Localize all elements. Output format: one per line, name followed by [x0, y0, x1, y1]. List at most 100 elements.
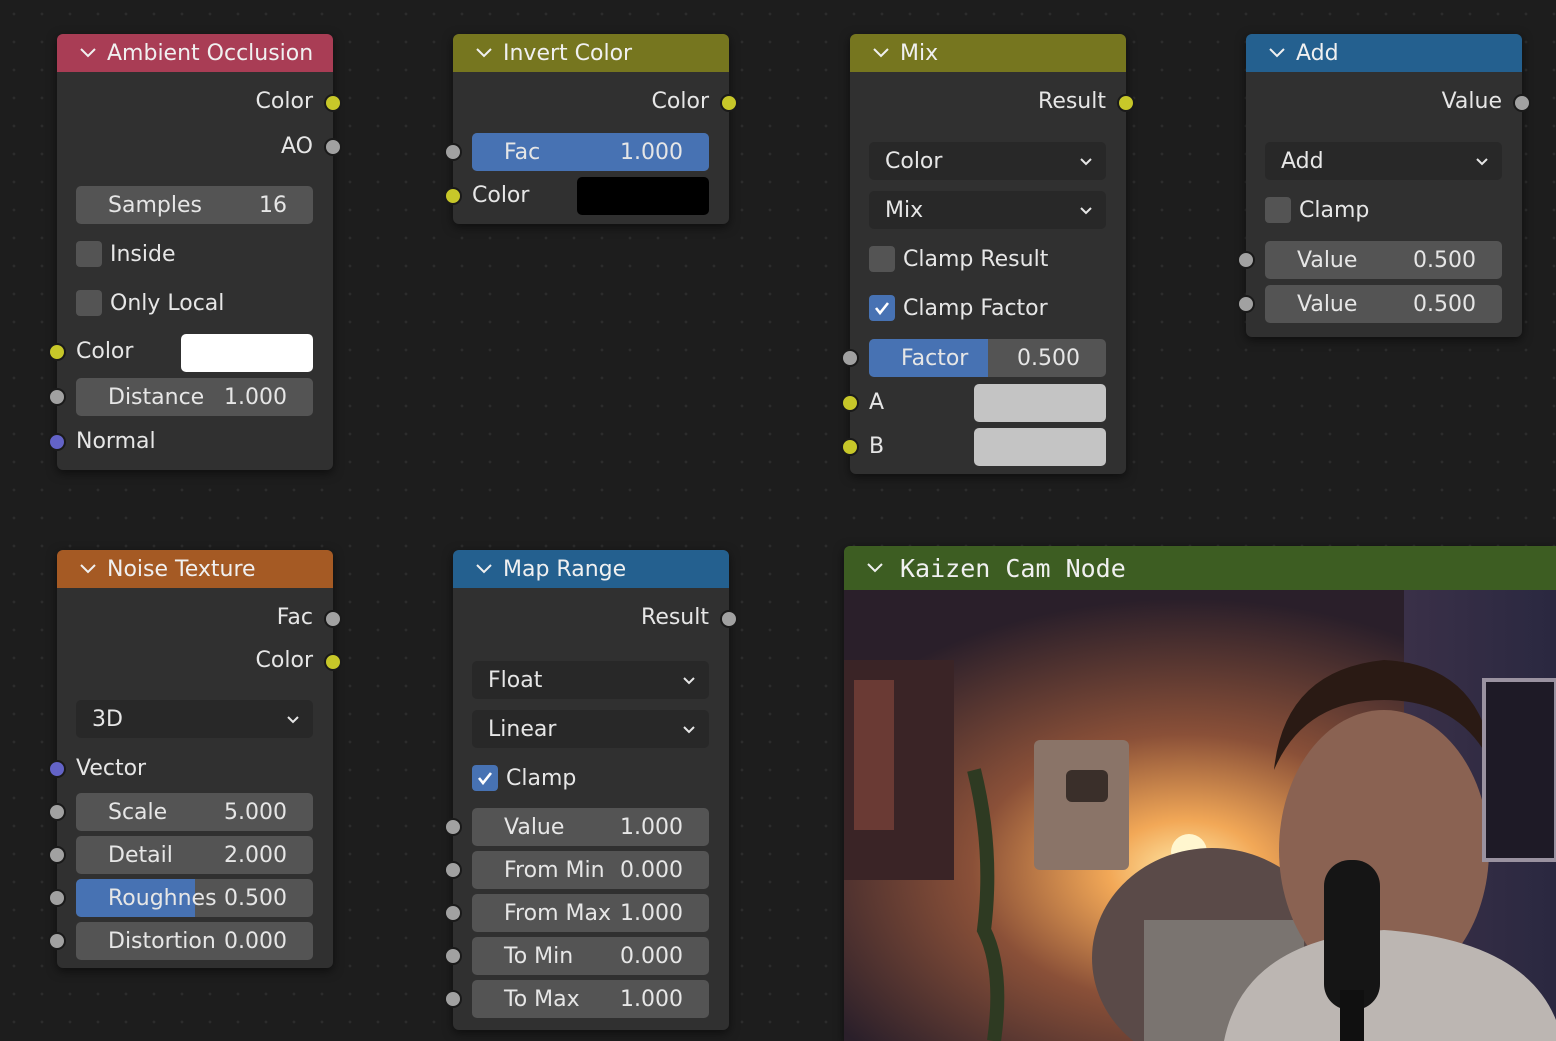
input-socket-to-min[interactable] [444, 947, 462, 965]
chevron-down-icon[interactable] [473, 42, 495, 64]
checkbox-label: Only Local [110, 290, 225, 316]
output-socket-ao[interactable] [324, 138, 342, 156]
input-socket-value[interactable] [444, 818, 462, 836]
data-type-dropdown[interactable]: Color [869, 142, 1106, 180]
node-header[interactable]: Noise Texture [57, 550, 333, 588]
node-header[interactable]: Kaizen Cam Node [844, 546, 1556, 590]
node-mix[interactable]: Mix Result Color Mix Clamp Result Clamp … [841, 34, 1135, 474]
node-header[interactable]: Invert Color [453, 34, 729, 72]
operation-dropdown[interactable]: Add [1265, 142, 1502, 180]
node-kaizen-cam[interactable]: Kaizen Cam Node [844, 546, 1556, 1041]
interpolation-dropdown[interactable]: Linear [472, 710, 709, 748]
blend-mode-dropdown[interactable]: Mix [869, 191, 1106, 229]
dropdown-value: Float [488, 667, 543, 693]
output-socket-color[interactable] [324, 94, 342, 112]
node-header[interactable]: Ambient Occlusion [57, 34, 333, 72]
node-add[interactable]: Add Value Add Clamp Value 0.500 Value 0.… [1237, 34, 1531, 337]
dimensions-dropdown[interactable]: 3D [76, 700, 313, 738]
clamp-factor-checkbox-row[interactable]: Clamp Factor [869, 295, 1048, 321]
inside-checkbox-row[interactable]: Inside [76, 241, 176, 267]
input-socket-detail[interactable] [48, 846, 66, 864]
color-swatch-white[interactable] [181, 334, 313, 372]
output-socket-result[interactable] [720, 610, 738, 628]
output-socket-value[interactable] [1513, 94, 1531, 112]
fac-field[interactable]: Fac 1.000 [472, 133, 709, 171]
input-socket-to-max[interactable] [444, 990, 462, 1008]
inside-checkbox[interactable] [76, 241, 102, 267]
field-value: 0.000 [224, 928, 287, 954]
node-title: Mix [900, 40, 939, 66]
color-swatch-black[interactable] [577, 177, 709, 215]
output-color-label: Color [255, 89, 313, 114]
input-socket-fac[interactable] [444, 143, 462, 161]
output-socket-result[interactable] [1117, 94, 1135, 112]
chevron-down-icon[interactable] [77, 42, 99, 64]
node-header[interactable]: Mix [850, 34, 1126, 72]
output-socket-fac[interactable] [324, 610, 342, 628]
value-2-field[interactable]: Value 0.500 [1265, 285, 1502, 323]
output-socket-color[interactable] [720, 94, 738, 112]
field-label: To Min [504, 943, 574, 969]
chevron-down-icon[interactable] [870, 42, 892, 64]
to-min-field[interactable]: To Min 0.000 [472, 937, 709, 975]
node-header[interactable]: Map Range [453, 550, 729, 588]
field-label: Distance [108, 384, 205, 410]
color-swatch-a[interactable] [974, 384, 1106, 422]
detail-field[interactable]: Detail 2.000 [76, 836, 313, 874]
input-socket-b[interactable] [841, 438, 859, 456]
chevron-down-icon [1474, 153, 1490, 169]
input-socket-roughness[interactable] [48, 889, 66, 907]
distortion-field[interactable]: Distortion 0.000 [76, 922, 313, 960]
field-value: 5.000 [224, 799, 287, 825]
only-local-checkbox-row[interactable]: Only Local [76, 290, 224, 316]
clamp-result-checkbox[interactable] [869, 246, 895, 272]
samples-field[interactable]: Samples 16 [76, 186, 313, 224]
node-header[interactable]: Add [1246, 34, 1522, 72]
color-swatch-b[interactable] [974, 428, 1106, 466]
input-socket-factor[interactable] [841, 349, 859, 367]
input-socket-a[interactable] [841, 394, 859, 412]
input-socket-distance[interactable] [48, 388, 66, 406]
node-map-range[interactable]: Map Range Result Float Linear Clamp Valu… [444, 550, 738, 1030]
clamp-factor-checkbox[interactable] [869, 295, 895, 321]
output-value-label: Value [1441, 89, 1502, 114]
input-color-label: Color [76, 339, 134, 364]
roughness-field[interactable]: Roughnes 0.500 [76, 879, 313, 917]
input-socket-scale[interactable] [48, 803, 66, 821]
input-socket-color[interactable] [48, 343, 66, 361]
to-max-field[interactable]: To Max 1.000 [472, 980, 709, 1018]
distance-field[interactable]: Distance 1.000 [76, 378, 313, 416]
input-socket-vector[interactable] [48, 760, 66, 778]
clamp-checkbox-row[interactable]: Clamp [472, 765, 576, 791]
from-max-field[interactable]: From Max 1.000 [472, 894, 709, 932]
checkbox-label: Clamp Result [903, 246, 1049, 272]
input-socket-normal[interactable] [48, 433, 66, 451]
chevron-down-icon[interactable] [864, 557, 886, 579]
input-socket-value-1[interactable] [1237, 251, 1255, 269]
input-socket-value-2[interactable] [1237, 295, 1255, 313]
clamp-result-checkbox-row[interactable]: Clamp Result [869, 246, 1048, 272]
node-noise-texture[interactable]: Noise Texture Fac Color 3D Vector Scale … [48, 550, 342, 968]
input-socket-from-min[interactable] [444, 861, 462, 879]
node-invert-color[interactable]: Invert Color Color Fac 1.000 Color [444, 34, 738, 224]
input-socket-color[interactable] [444, 187, 462, 205]
input-socket-distortion[interactable] [48, 932, 66, 950]
only-local-checkbox[interactable] [76, 290, 102, 316]
chevron-down-icon[interactable] [473, 558, 495, 580]
input-socket-from-max[interactable] [444, 904, 462, 922]
factor-field[interactable]: Factor 0.500 [869, 339, 1106, 377]
scale-field[interactable]: Scale 5.000 [76, 793, 313, 831]
clamp-checkbox-row[interactable]: Clamp [1265, 197, 1369, 223]
chevron-down-icon[interactable] [77, 558, 99, 580]
value-1-field[interactable]: Value 0.500 [1265, 241, 1502, 279]
field-value: 2.000 [224, 842, 287, 868]
chevron-down-icon[interactable] [1266, 42, 1288, 64]
field-label: Fac [504, 139, 541, 165]
data-type-dropdown[interactable]: Float [472, 661, 709, 699]
node-ambient-occlusion[interactable]: Ambient Occlusion Color AO Samples 16 In… [48, 34, 342, 470]
clamp-checkbox[interactable] [1265, 197, 1291, 223]
output-socket-color[interactable] [324, 653, 342, 671]
clamp-checkbox[interactable] [472, 765, 498, 791]
from-min-field[interactable]: From Min 0.000 [472, 851, 709, 889]
value-field[interactable]: Value 1.000 [472, 808, 709, 846]
